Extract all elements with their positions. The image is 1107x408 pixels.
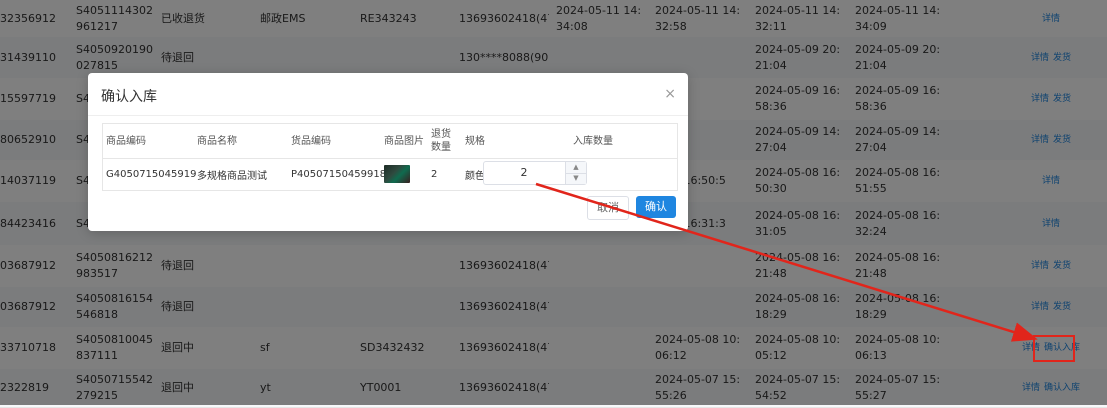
cancel-button[interactable]: 取消 bbox=[587, 196, 629, 220]
item-product-name: 多规格商品测试 bbox=[197, 170, 267, 182]
confirm-inbound-dialog: 确认入库 × 商品编码 商品名称 货品编码 商品图片 退货数量 规格 入库数量 … bbox=[88, 73, 688, 231]
col-sku-code: 货品编码 bbox=[291, 135, 331, 147]
inbound-items-table: 商品编码 商品名称 货品编码 商品图片 退货数量 规格 入库数量 G405071… bbox=[102, 123, 678, 191]
inbound-qty-stepper[interactable]: 2 ▲ ▼ bbox=[483, 161, 587, 185]
item-sku-code: P4050715045991816 bbox=[291, 168, 399, 180]
col-inbound-qty: 入库数量 bbox=[573, 135, 613, 147]
inbound-qty-input[interactable]: 2 bbox=[484, 162, 564, 184]
dialog-title: 确认入库 bbox=[101, 89, 157, 105]
col-product-image: 商品图片 bbox=[384, 135, 424, 147]
item-returned-qty: 2 bbox=[431, 168, 438, 180]
col-product-name: 商品名称 bbox=[197, 135, 237, 147]
close-icon[interactable]: × bbox=[664, 86, 676, 102]
item-product-image bbox=[384, 158, 424, 190]
confirm-button[interactable]: 确认 bbox=[636, 196, 676, 218]
decrement-icon[interactable]: ▼ bbox=[566, 173, 586, 184]
stepper-buttons: ▲ ▼ bbox=[565, 162, 586, 184]
dialog-header: 确认入库 × bbox=[88, 73, 688, 116]
col-returned-qty: 退货数量 bbox=[431, 129, 451, 153]
col-spec: 规格 bbox=[465, 135, 485, 147]
col-product-code: 商品编码 bbox=[106, 135, 146, 147]
product-thumbnail bbox=[384, 165, 410, 183]
highlight-box bbox=[1033, 335, 1075, 362]
item-product-code: G4050715045919 bbox=[106, 168, 197, 180]
